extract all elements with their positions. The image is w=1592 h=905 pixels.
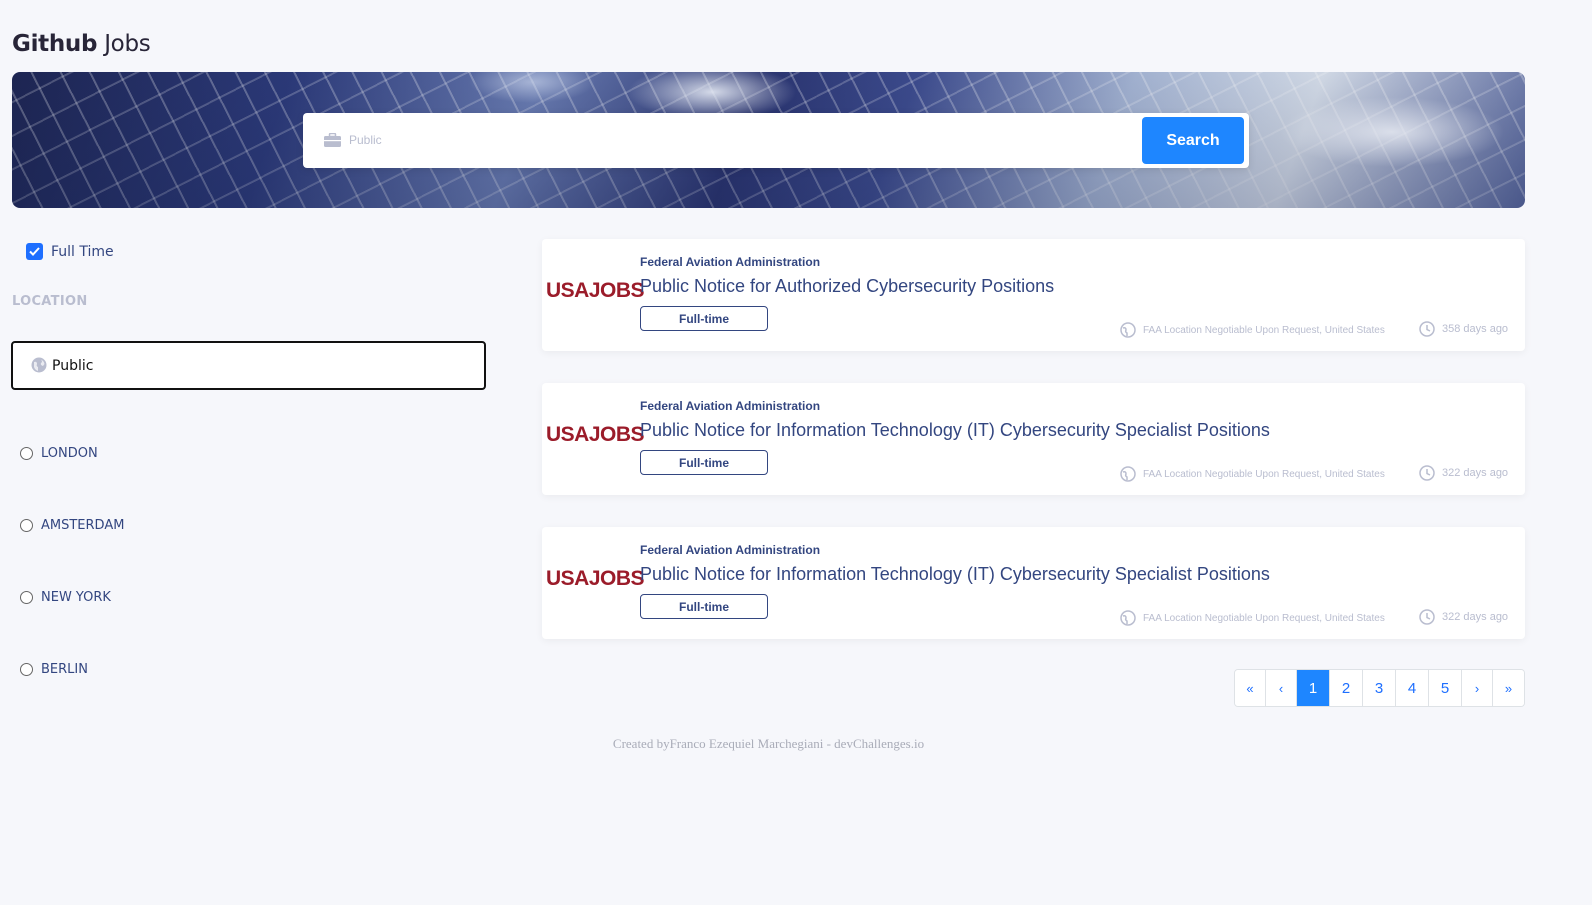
city-option-london[interactable]: LONDON [20,446,98,461]
city-label: NEW YORK [41,590,111,605]
page-next-button[interactable]: › [1462,670,1493,706]
radio-button[interactable] [20,519,33,532]
globe-icon [1120,466,1136,482]
job-card[interactable]: USAJOBS Federal Aviation Administration … [542,239,1525,351]
job-posted-text: 322 days ago [1442,467,1509,479]
company-name: Federal Aviation Administration [640,399,821,413]
city-option-new-york[interactable]: NEW YORK [20,590,111,605]
job-type-badge: Full-time [640,450,768,475]
app-title-light: Jobs [104,31,151,57]
radio-button[interactable] [20,663,33,676]
radio-button[interactable] [20,447,33,460]
job-posted-text: 358 days ago [1442,323,1509,335]
job-card[interactable]: USAJOBS Federal Aviation Administration … [542,383,1525,495]
location-field [11,341,486,390]
clock-icon [1419,609,1435,625]
fulltime-filter[interactable]: Full Time [26,243,114,260]
city-label: BERLIN [41,662,88,677]
job-posted: 358 days ago [1419,321,1508,337]
page-prev-button[interactable]: ‹ [1266,670,1297,706]
job-type-badge: Full-time [640,594,768,619]
globe-icon [1120,322,1136,338]
page-button-3[interactable]: 3 [1363,670,1396,706]
job-title[interactable]: Public Notice for Authorized Cybersecuri… [640,276,1054,297]
city-option-amsterdam[interactable]: AMSTERDAM [20,518,124,533]
company-logo: USAJOBS [546,279,645,302]
check-icon [29,247,40,256]
job-type-badge: Full-time [640,306,768,331]
company-logo: USAJOBS [546,567,645,590]
job-card[interactable]: USAJOBS Federal Aviation Administration … [542,527,1525,639]
job-location-text: FAA Location Negotiable Upon Request, Un… [1143,468,1385,480]
job-title[interactable]: Public Notice for Information Technology… [640,420,1270,441]
page-button-4[interactable]: 4 [1396,670,1429,706]
briefcase-icon [324,133,341,147]
company-logo: USAJOBS [546,423,645,446]
page-last-button[interactable]: » [1493,670,1524,706]
job-location: FAA Location Negotiable Upon Request, Un… [1120,322,1385,338]
pagination: « ‹ 1 2 3 4 5 › » [1234,669,1525,707]
page-first-button[interactable]: « [1235,670,1266,706]
page-button-1[interactable]: 1 [1297,670,1330,706]
footer-credit: Created byFranco Ezequiel Marchegiani - … [612,736,925,751]
fulltime-label: Full Time [51,243,114,260]
search-box: Search [303,113,1249,168]
search-button[interactable]: Search [1142,117,1244,164]
search-input[interactable] [349,127,1129,153]
job-title[interactable]: Public Notice for Information Technology… [640,564,1270,585]
clock-icon [1419,465,1435,481]
city-label: AMSTERDAM [41,518,125,533]
company-name: Federal Aviation Administration [640,255,821,269]
fulltime-checkbox[interactable] [26,243,43,260]
page-button-2[interactable]: 2 [1330,670,1363,706]
globe-icon [31,357,47,373]
job-posted: 322 days ago [1419,465,1508,481]
job-location-text: FAA Location Negotiable Upon Request, Un… [1143,324,1385,336]
city-label: LONDON [41,446,98,461]
app-title: Github Jobs [12,31,151,57]
location-heading: LOCATION [12,294,88,309]
job-location: FAA Location Negotiable Upon Request, Un… [1120,466,1385,482]
job-location-text: FAA Location Negotiable Upon Request, Un… [1143,612,1385,624]
page-button-5[interactable]: 5 [1429,670,1462,706]
globe-icon [1120,610,1136,626]
job-posted-text: 322 days ago [1442,611,1509,623]
job-location: FAA Location Negotiable Upon Request, Un… [1120,610,1385,626]
radio-button[interactable] [20,591,33,604]
city-option-berlin[interactable]: BERLIN [20,662,88,677]
clock-icon [1419,321,1435,337]
job-posted: 322 days ago [1419,609,1508,625]
app-title-bold: Github [12,31,98,57]
company-name: Federal Aviation Administration [640,543,821,557]
location-input[interactable] [52,353,452,379]
